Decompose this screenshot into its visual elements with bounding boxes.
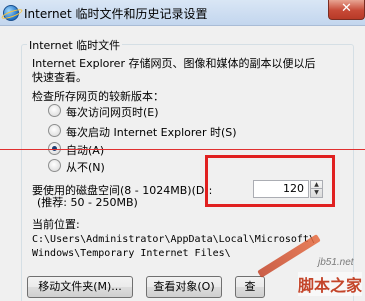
radio-never-label: 从不(N) xyxy=(66,161,105,174)
annotation-line xyxy=(0,149,365,150)
view-objects-button[interactable]: 查看对象(O) xyxy=(146,276,222,298)
radio-every-visit-label: 每次访问网页时(E) xyxy=(66,106,159,119)
temp-files-group-label: Internet 临时文件 xyxy=(27,37,123,53)
annotation-highlight-box xyxy=(205,155,335,207)
internet-explorer-icon xyxy=(3,5,19,21)
close-button[interactable]: ✕ xyxy=(328,0,365,20)
radio-every-start-label: 每次启动 Internet Explorer 时(S) xyxy=(66,126,237,139)
path-line-2: Windows\Temporary Internet Files\ xyxy=(32,248,231,259)
view-files-button[interactable]: 查 xyxy=(235,276,265,298)
radio-never[interactable] xyxy=(48,159,61,172)
disk-space-hint: (推荐: 50 - 250MB) xyxy=(37,196,138,209)
title-bar: Internet 临时文件和历史记录设置 ✕ xyxy=(0,0,365,26)
path-line-1: C:\Users\Administrator\AppData\Local\Mic… xyxy=(32,234,315,245)
move-folder-button[interactable]: 移动文件夹(M)... xyxy=(27,276,133,298)
check-prompt: 检查所存网页的较新版本： xyxy=(32,90,164,103)
window-title: Internet 临时文件和历史记录设置 xyxy=(24,7,208,21)
current-location-label: 当前位置: xyxy=(32,218,80,231)
radio-every-start[interactable] xyxy=(48,124,61,137)
radio-every-visit[interactable] xyxy=(48,104,61,117)
description-line-2: 快速查看。 xyxy=(32,71,87,84)
radio-automatic-label: 自动(A) xyxy=(66,144,105,157)
